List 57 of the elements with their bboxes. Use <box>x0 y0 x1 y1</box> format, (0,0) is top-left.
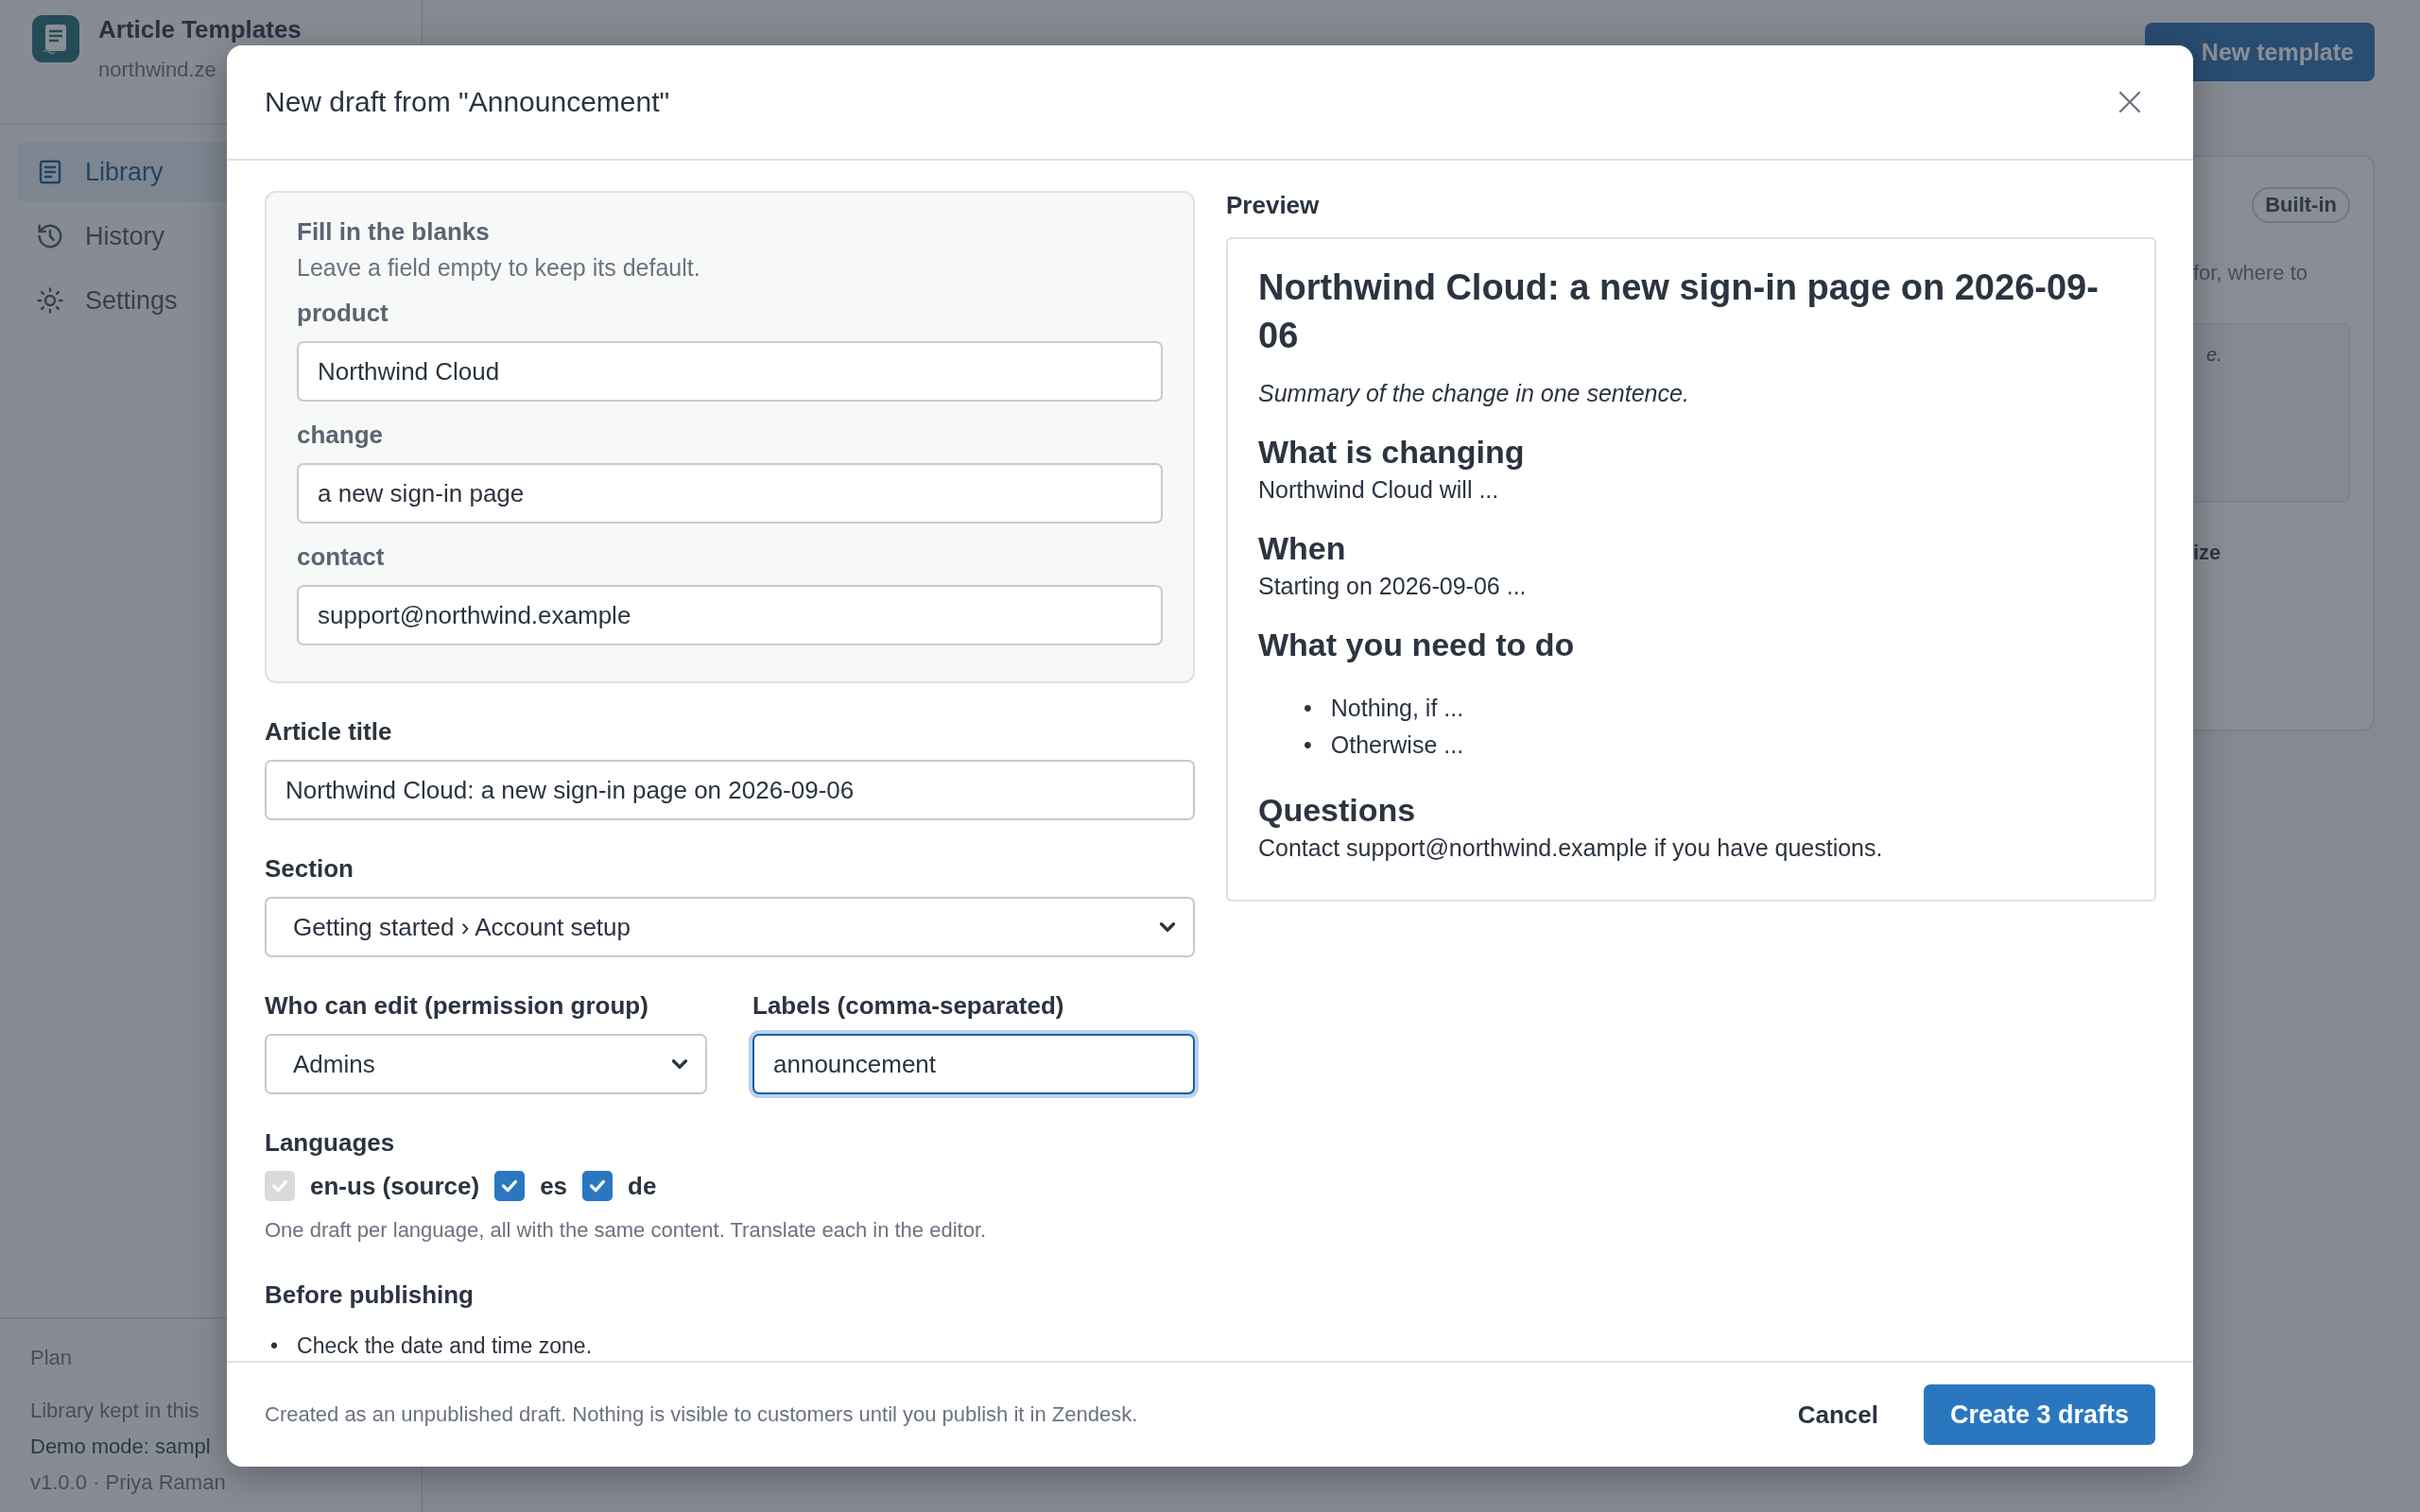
panel-heading: Fill in the blanks <box>297 217 491 247</box>
checkbox-label: en-us (source) <box>310 1171 480 1201</box>
preview-list-item: Nothing, if ... <box>1330 693 1464 723</box>
preview-paragraph: Northwind Cloud will ... <box>1258 475 1500 504</box>
dialog-title: New draft from "Announcement" <box>265 86 670 118</box>
preview-paragraph: Starting on 2026-09-06 ... <box>1258 572 1528 600</box>
section-select[interactable]: Getting started › Account setup <box>265 897 1195 957</box>
field-label: Languages <box>265 1128 396 1158</box>
preview-paragraph: Contact support@northwind.example if you have questions. <box>1258 833 1884 862</box>
panel-hint: Leave a field empty to keep its default. <box>297 254 701 282</box>
labels-field[interactable]: announcement <box>752 1034 1195 1094</box>
languages-hint: One draft per language, all with the same content. Translate each in the editor. <box>265 1218 988 1243</box>
create-drafts-button[interactable]: Create 3 drafts <box>1923 1384 2155 1445</box>
bullet-marker: • <box>1304 693 1312 723</box>
bullet-marker: • <box>270 1332 279 1360</box>
preview-title: Northwind Cloud: a new sign-in page on 2026-09-06 <box>1258 266 2100 358</box>
app-logo-icon <box>32 15 79 62</box>
demo-note: Demo mode: sampl <box>30 1435 211 1459</box>
card-preview-text: e. <box>2206 344 2222 365</box>
plan-label: Plan <box>30 1346 73 1370</box>
checkbox[interactable] <box>582 1171 614 1201</box>
app-subtitle: northwind.ze <box>98 58 217 82</box>
permission-select[interactable]: Admins <box>265 1034 707 1094</box>
checkbox-label: de <box>628 1171 657 1201</box>
checklist-item: Check the date and time zone. <box>297 1332 593 1360</box>
checkbox-label: es <box>540 1171 568 1201</box>
field-label: Article title <box>265 717 393 747</box>
settings-icon <box>36 286 64 315</box>
built-in-badge: Built-in <box>2252 187 2350 223</box>
text-field[interactable]: Northwind Cloud <box>297 341 1163 402</box>
field-label: contact <box>297 542 386 572</box>
text-field[interactable]: a new sign-in page <box>297 463 1163 524</box>
preview-heading: Questions <box>1258 791 1417 829</box>
title-field[interactable]: Northwind Cloud: a new sign-in page on 2026-09-06 <box>265 760 1195 820</box>
preview-heading: When <box>1258 529 1347 567</box>
card-text: for, where to <box>2193 261 2309 285</box>
field-label: Who can edit (permission group) <box>265 991 649 1021</box>
footer-note: Created as an unpublished draft. Nothing is visible to customers until you publish it in Zendesk. <box>265 1402 1138 1427</box>
cancel-button[interactable]: Cancel <box>1797 1390 1878 1439</box>
checklist-heading: Before publishing <box>265 1280 475 1310</box>
checkbox[interactable] <box>494 1171 526 1201</box>
history-icon <box>36 222 64 250</box>
app-title: Article Templates <box>98 15 302 44</box>
bullet-marker: • <box>1304 730 1312 760</box>
field-label: change <box>297 421 385 450</box>
storage-note: Library kept in this <box>30 1399 199 1423</box>
field-label: Section <box>265 854 354 884</box>
version-text: v1.0.0 · Priya Raman <box>30 1470 226 1495</box>
preview-heading: What is changing <box>1258 433 1526 471</box>
preview-label: Preview <box>1226 191 1321 220</box>
preview-list-item: Otherwise ... <box>1330 730 1464 760</box>
preview-summary: Summary of the change in one sentence. <box>1258 379 1690 407</box>
field-label: product <box>297 299 389 328</box>
text-field[interactable]: support@northwind.example <box>297 585 1163 645</box>
field-label: Labels (comma-separated) <box>752 991 1065 1021</box>
preview-heading: What you need to do <box>1258 626 1576 663</box>
card-text: ize <box>2193 541 2222 565</box>
